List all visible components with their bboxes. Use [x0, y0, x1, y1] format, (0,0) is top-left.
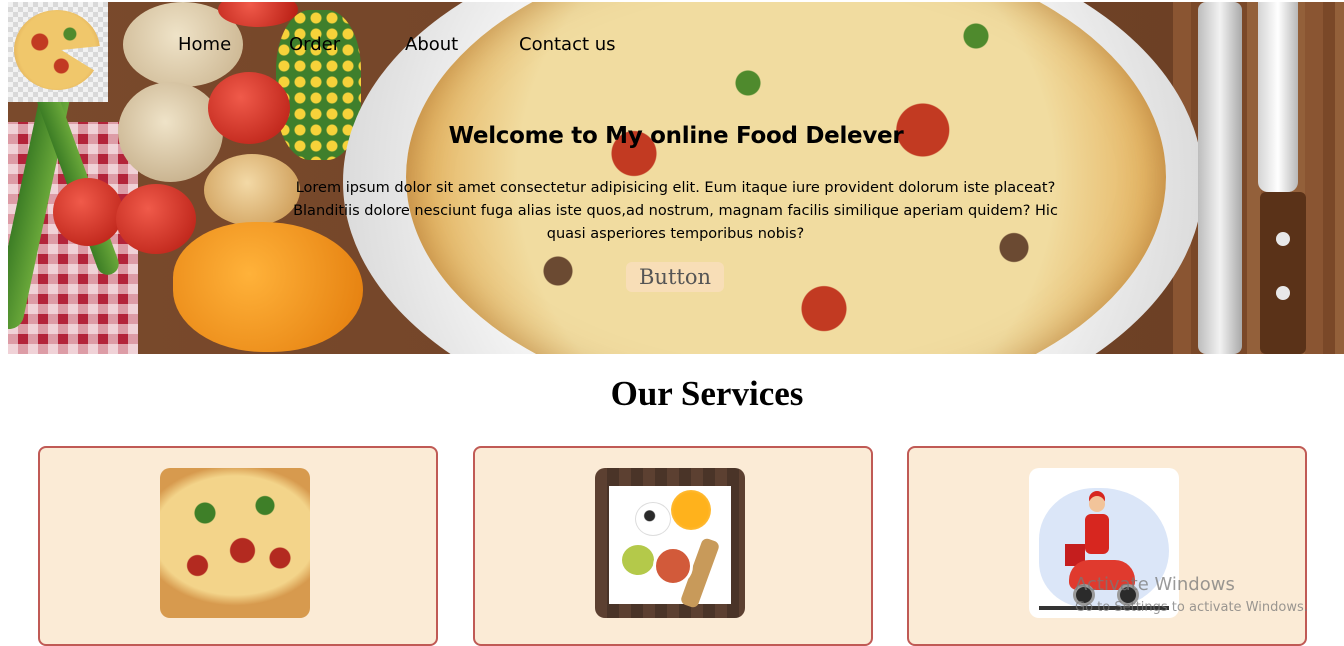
fork — [1198, 2, 1242, 354]
hero-title: Welcome to My online Food Delever — [448, 123, 904, 149]
knife-handle — [1260, 192, 1306, 354]
pizza-logo[interactable] — [8, 2, 108, 102]
hero-description: Lorem ipsum dolor sit amet consectetur a… — [293, 180, 1058, 242]
nav-contact-us[interactable]: Contact us — [519, 34, 616, 58]
nav-order[interactable]: Order — [289, 34, 340, 58]
guacamole-bowl — [619, 542, 657, 578]
rider-head — [1089, 496, 1105, 512]
knife — [1258, 2, 1313, 354]
scooter-wheel — [1073, 584, 1095, 606]
food-platter-image — [595, 468, 745, 618]
orange-juice — [671, 490, 711, 530]
knife-rivet — [1276, 286, 1290, 300]
tomato — [53, 178, 123, 246]
knife-blade — [1258, 2, 1298, 192]
pizza-logo-icon — [14, 10, 100, 90]
delivery-scooter-image — [1029, 468, 1179, 618]
sausage-bowl — [653, 546, 693, 586]
rider-body — [1085, 514, 1109, 554]
pizza-image — [160, 468, 310, 618]
nav-about[interactable]: About — [405, 34, 458, 58]
scooter-wheel — [1117, 584, 1139, 606]
tomato — [116, 184, 196, 254]
nav-home[interactable]: Home — [178, 34, 231, 58]
services-title: Our Services — [610, 374, 804, 413]
knife-rivet — [1276, 232, 1290, 246]
hero-button[interactable]: Button — [626, 262, 724, 292]
service-card-delivery[interactable] — [907, 446, 1307, 646]
olive-bowl — [635, 502, 671, 536]
service-card-platter[interactable] — [473, 446, 873, 646]
ground-line — [1039, 606, 1169, 610]
service-card-pizza[interactable] — [38, 446, 438, 646]
